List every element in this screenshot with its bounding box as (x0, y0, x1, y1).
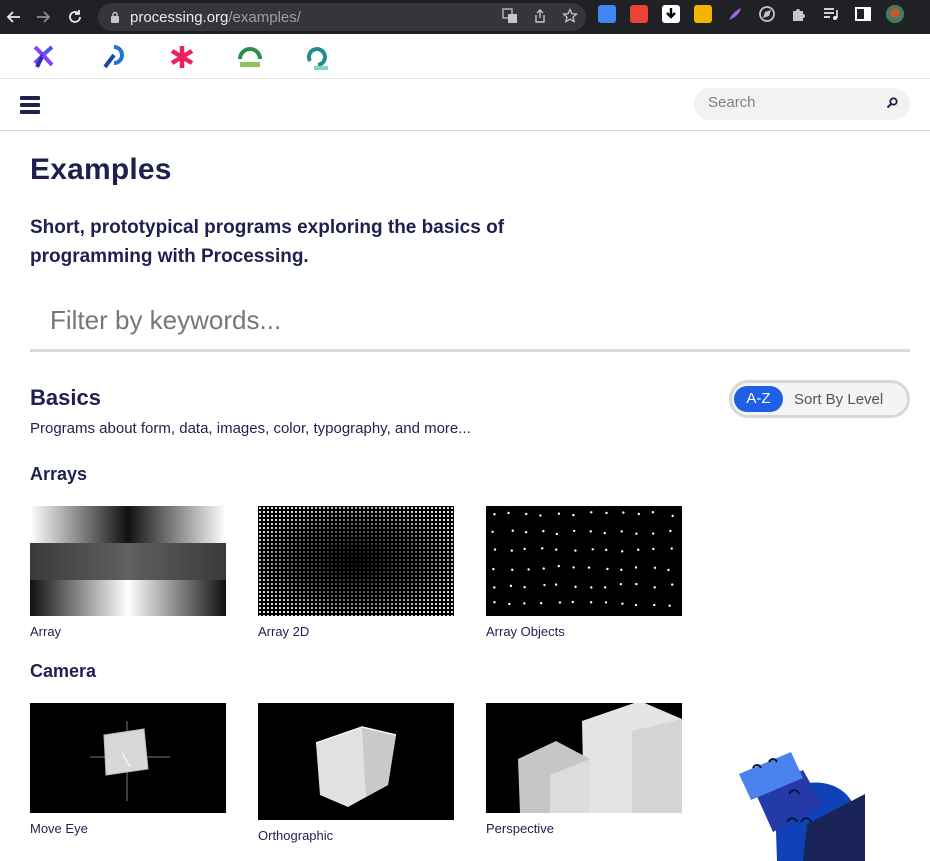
section-title-arrays: Arrays (30, 464, 88, 484)
media-queue-icon[interactable] (822, 5, 840, 23)
keep-extension-icon[interactable] (694, 5, 712, 23)
example-label[interactable]: Array Objects (486, 624, 565, 639)
address-bar[interactable]: processing.org/examples/ (98, 3, 586, 31)
arduino-logo-icon[interactable] (236, 43, 264, 71)
profile-avatar[interactable] (886, 5, 904, 23)
sort-az-button[interactable]: A-Z (734, 386, 783, 412)
google-translate-extension-icon[interactable] (598, 5, 616, 23)
page-intro: Short, prototypical programs exploring t… (30, 217, 505, 267)
download-extension-icon[interactable] (662, 5, 680, 23)
example-label[interactable]: Perspective (486, 821, 554, 836)
example-thumbnail-perspective[interactable] (486, 703, 682, 813)
example-label[interactable]: Orthographic (258, 828, 333, 843)
example-thumbnail-orthographic[interactable] (258, 703, 454, 820)
search-input[interactable] (708, 94, 878, 111)
compass-extension-icon[interactable] (758, 5, 776, 23)
sidebar-toggle-icon[interactable] (854, 5, 872, 23)
forward-icon[interactable] (32, 6, 54, 28)
section-title-camera: Camera (30, 661, 97, 681)
example-thumbnail-array-objects[interactable] (486, 506, 682, 616)
example-thumbnail-array[interactable] (30, 506, 226, 616)
filter-input[interactable] (30, 292, 910, 352)
search-icon[interactable] (886, 97, 898, 109)
projects-bar (0, 34, 930, 79)
star-icon[interactable] (561, 7, 579, 24)
extension-red-icon[interactable] (630, 5, 648, 23)
url-path: /examples/ (228, 8, 301, 26)
example-label[interactable]: Move Eye (30, 821, 88, 836)
asterisk-logo-icon[interactable] (168, 43, 196, 71)
example-label[interactable]: Array 2D (258, 624, 309, 639)
category-title: Basics (30, 385, 101, 410)
share-icon[interactable] (532, 8, 548, 24)
processing-logo-icon[interactable] (29, 43, 57, 71)
page-title: Examples (30, 153, 172, 186)
example-label[interactable]: Array (30, 624, 61, 639)
lock-icon (111, 11, 119, 23)
p5js-logo-icon[interactable] (100, 43, 128, 71)
reload-icon[interactable] (64, 6, 86, 28)
example-thumbnail-move-eye[interactable] (30, 703, 226, 813)
puzzle-extensions-icon[interactable] (790, 5, 808, 23)
search-box (694, 88, 910, 120)
sort-toggle: A-Z Sort By Level (729, 380, 910, 418)
feather-extension-icon[interactable] (726, 5, 744, 23)
android-logo-icon[interactable] (304, 43, 332, 71)
translate-icon[interactable] (502, 8, 518, 24)
category-description: Programs about form, data, images, color… (30, 420, 471, 437)
example-thumbnail-array-2d[interactable] (258, 506, 454, 616)
url-host: processing.org (130, 8, 229, 26)
menu-icon[interactable] (20, 96, 40, 114)
back-icon[interactable] (3, 6, 25, 28)
site-header (0, 79, 930, 131)
sort-by-level-button[interactable]: Sort By Level (794, 391, 883, 408)
browser-toolbar: processing.org/examples/ (0, 0, 930, 34)
mascot-illustration (739, 752, 865, 861)
